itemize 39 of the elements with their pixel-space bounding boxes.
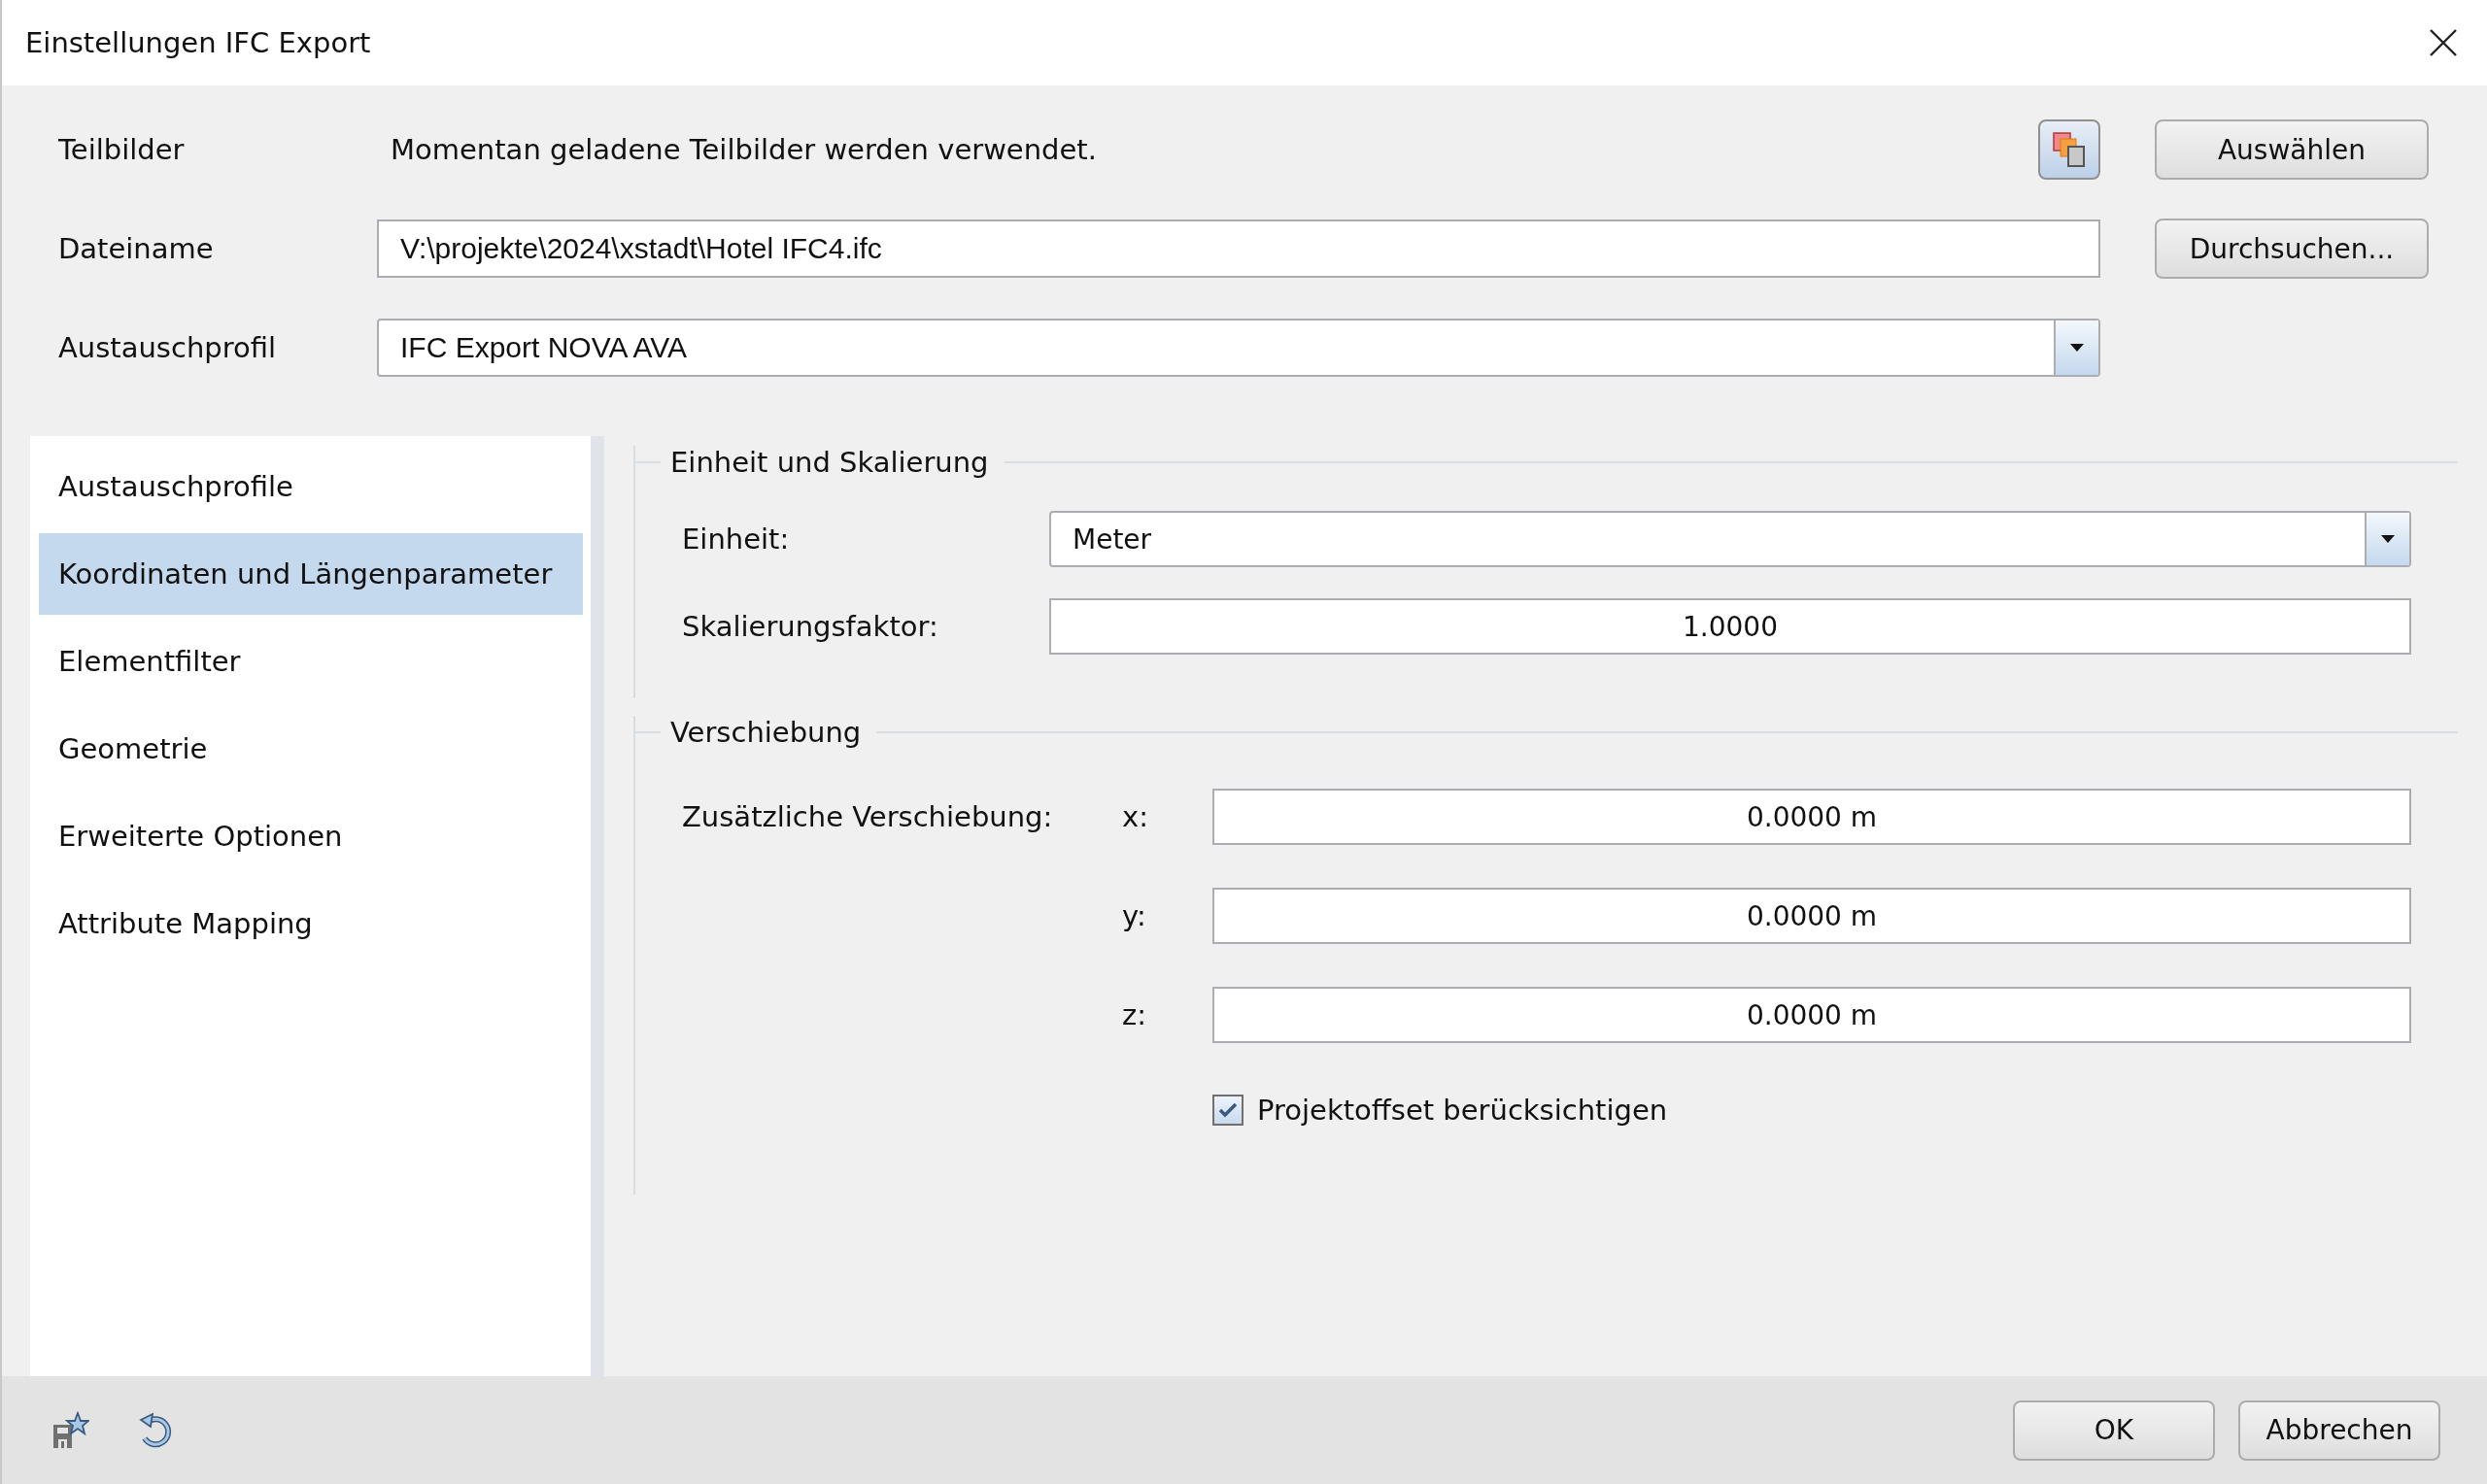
field-label: Zusätzliche Verschiebung: — [682, 800, 1053, 833]
field-label: Austauschprofil — [57, 331, 278, 364]
sidebar-item[interactable]: Elementfilter — [39, 621, 583, 702]
axis-label: z: — [1122, 998, 1146, 1031]
field-label: Skalierungsfaktor: — [682, 610, 938, 643]
sidebar-item[interactable]: Geometrie — [39, 708, 583, 790]
number-field[interactable]: 0.0000 m — [1212, 987, 2411, 1043]
close-icon[interactable] — [2429, 28, 2458, 57]
field-label: Einheit: — [682, 523, 790, 556]
caret-icon — [2070, 344, 2084, 352]
unit-dropdown[interactable]: Meter — [1049, 511, 2411, 567]
action-button[interactable]: Durchsuchen... — [2155, 219, 2429, 279]
checkbox[interactable] — [1212, 1095, 1244, 1126]
sidebar-item[interactable]: Koordinaten und Längenparameter — [39, 533, 583, 615]
sidebar-item[interactable]: Attribute Mapping — [39, 883, 583, 964]
number-field[interactable]: 0.0000 m — [1212, 789, 2411, 845]
caret-icon — [2381, 535, 2395, 543]
info-text: Momentan geladene Teilbilder werden verwendet. — [390, 133, 1098, 166]
group-title: Einheit und Skalierung — [669, 446, 989, 479]
checkmark-icon — [1218, 1102, 1238, 1118]
number-field[interactable]: 1.0000 — [1049, 598, 2411, 655]
sidebar-item[interactable]: Erweiterte Optionen — [39, 795, 583, 877]
checkbox-label: Projektoffset berücksichtigen — [1257, 1094, 1668, 1127]
field-label: Dateiname — [57, 232, 215, 265]
layers-button[interactable] — [2038, 119, 2100, 180]
sidebar-item[interactable]: Austauschprofile — [39, 446, 583, 527]
axis-label: y: — [1122, 899, 1146, 932]
layers-icon — [2053, 132, 2086, 167]
save-star-icon[interactable] — [51, 1410, 89, 1450]
axis-label: x: — [1122, 800, 1148, 833]
action-button[interactable]: Auswählen — [2155, 119, 2429, 180]
cancel-button[interactable]: Abbrechen — [2238, 1400, 2440, 1461]
profile-dropdown[interactable]: IFC Export NOVA AVA — [377, 319, 2100, 377]
field-label: Teilbilder — [57, 133, 186, 166]
number-field[interactable]: 0.0000 m — [1212, 888, 2411, 944]
window-title: Einstellungen IFC Export — [25, 26, 371, 59]
file-path-field[interactable]: V:\projekte\2024\xstadt\Hotel IFC4.ifc — [377, 219, 2100, 278]
ok-button[interactable]: OK — [2013, 1400, 2215, 1461]
group-title: Verschiebung — [669, 716, 862, 749]
